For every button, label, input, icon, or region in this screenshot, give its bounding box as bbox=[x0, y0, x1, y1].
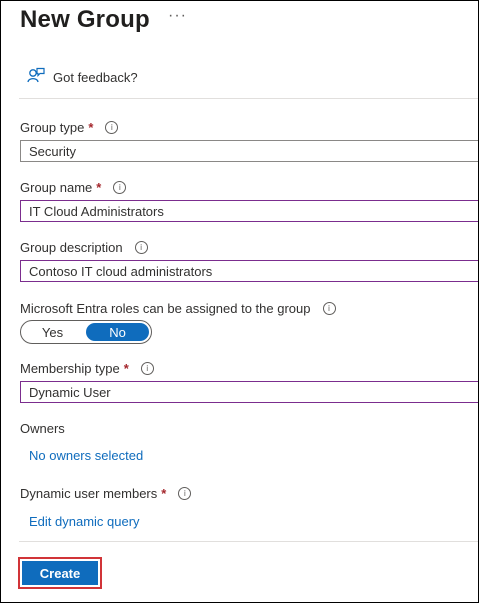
info-icon[interactable]: i bbox=[134, 241, 148, 254]
toggle-option-no[interactable]: No bbox=[86, 323, 149, 341]
feedback-icon bbox=[27, 67, 45, 87]
create-button[interactable]: Create bbox=[22, 561, 98, 585]
group-description-label-text: Group description bbox=[20, 240, 123, 255]
membership-type-select[interactable]: Dynamic User bbox=[20, 381, 478, 403]
header-divider bbox=[19, 98, 478, 99]
edit-dynamic-query-link[interactable]: Edit dynamic query bbox=[29, 514, 140, 529]
dynamic-user-members-label-text: Dynamic user members bbox=[20, 486, 158, 501]
required-marker: * bbox=[161, 486, 167, 501]
group-name-label-text: Group name bbox=[20, 180, 93, 195]
footer-divider bbox=[19, 541, 478, 542]
required-marker: * bbox=[88, 120, 94, 135]
info-icon[interactable]: i bbox=[140, 362, 154, 375]
create-button-highlight: Create bbox=[18, 557, 102, 589]
group-name-label: Group name * i bbox=[20, 180, 127, 195]
dynamic-user-members-label: Dynamic user members * i bbox=[20, 486, 192, 501]
membership-type-label: Membership type * i bbox=[20, 361, 154, 376]
feedback-button[interactable]: Got feedback? bbox=[27, 67, 138, 87]
group-name-input[interactable]: IT Cloud Administrators bbox=[20, 200, 478, 222]
required-marker: * bbox=[96, 180, 102, 195]
info-icon[interactable]: i bbox=[322, 302, 336, 315]
no-owners-selected-link[interactable]: No owners selected bbox=[29, 448, 143, 463]
feedback-label: Got feedback? bbox=[53, 69, 138, 85]
more-options-button[interactable]: ··· bbox=[168, 7, 187, 25]
required-marker: * bbox=[123, 361, 129, 376]
group-description-label: Group description i bbox=[20, 240, 148, 255]
page-title: New Group bbox=[20, 6, 150, 33]
toggle-option-yes[interactable]: Yes bbox=[21, 321, 84, 343]
new-group-panel: New Group ··· Got feedback? Group type *… bbox=[0, 0, 479, 603]
group-type-label-text: Group type bbox=[20, 120, 85, 135]
entra-roles-toggle[interactable]: Yes No bbox=[20, 320, 152, 344]
group-description-input[interactable]: Contoso IT cloud administrators bbox=[20, 260, 478, 282]
info-icon[interactable]: i bbox=[178, 487, 192, 500]
info-icon[interactable]: i bbox=[113, 181, 127, 194]
group-type-select[interactable]: Security bbox=[20, 140, 478, 162]
owners-label-text: Owners bbox=[20, 421, 65, 436]
owners-label: Owners bbox=[20, 421, 65, 436]
entra-roles-label-text: Microsoft Entra roles can be assigned to… bbox=[20, 301, 311, 316]
membership-type-label-text: Membership type bbox=[20, 361, 120, 376]
group-type-label: Group type * i bbox=[20, 120, 119, 135]
info-icon[interactable]: i bbox=[105, 121, 119, 134]
entra-roles-label: Microsoft Entra roles can be assigned to… bbox=[20, 301, 336, 316]
